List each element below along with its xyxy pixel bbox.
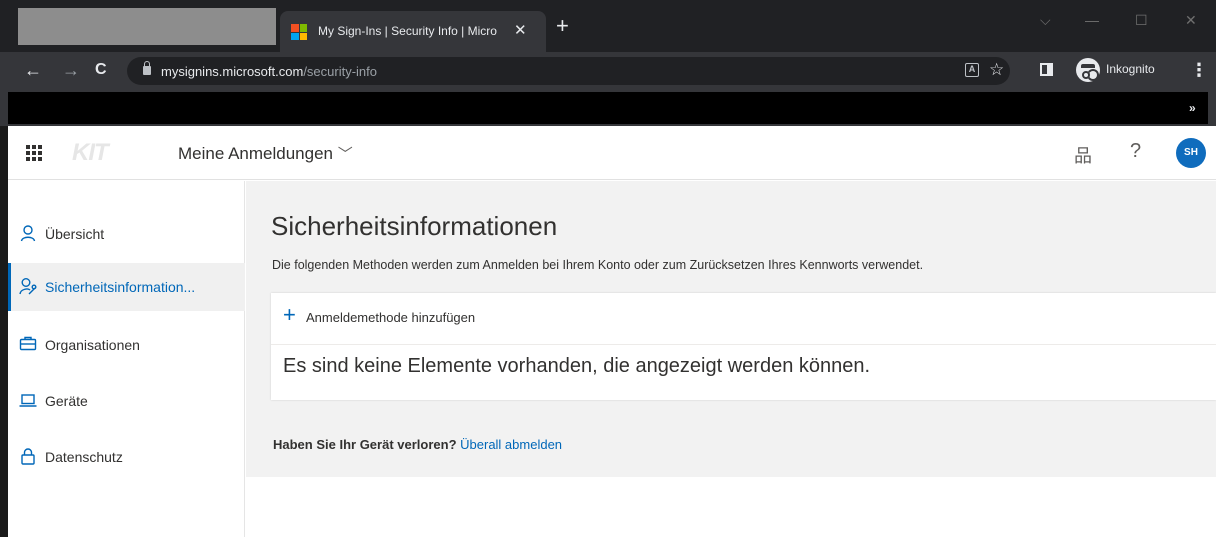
more-bookmarks-icon[interactable]: » — [1189, 101, 1196, 115]
methods-card: + Anmeldemethode hinzufügen Es sind kein… — [271, 293, 1216, 400]
sidebar-item-label: Organisationen — [45, 337, 140, 353]
address-bar[interactable]: mysignins.microsoft.com/security-info A … — [127, 57, 1010, 85]
browser-menu-icon[interactable]: ⋮ — [1190, 60, 1208, 80]
url-text[interactable]: mysignins.microsoft.com/security-info — [161, 64, 377, 79]
microsoft-logo-icon — [291, 24, 307, 40]
browser-tabstrip: My Sign-Ins | Security Info | Micro ✕ + … — [0, 0, 1216, 52]
tab-title: My Sign-Ins | Security Info | Micro — [318, 24, 497, 38]
sidebar-item-organizations[interactable]: Organisationen — [8, 321, 245, 369]
lock-icon[interactable] — [143, 61, 151, 75]
laptop-icon — [19, 394, 37, 407]
sidebar-item-label: Geräte — [45, 393, 88, 409]
app-title-dropdown[interactable]: Meine Anmeldungen ﹀ — [178, 143, 353, 164]
sidebar-item-label: Sicherheitsinformation... — [45, 279, 196, 295]
kit-logo: KIT — [72, 139, 109, 166]
bookmarks-bar: » — [0, 90, 1216, 126]
close-tab-icon[interactable]: ✕ — [514, 21, 527, 39]
person-key-icon — [19, 278, 37, 295]
page: KIT Meine Anmeldungen ﹀ 品 ? SH Übersicht… — [8, 126, 1216, 537]
avatar[interactable]: SH — [1176, 138, 1206, 168]
empty-state-message: Es sind keine Elemente vorhanden, die an… — [283, 355, 871, 377]
app-title: Meine Anmeldungen — [178, 144, 334, 163]
help-icon[interactable]: ? — [1130, 140, 1141, 163]
incognito-label[interactable]: Inkognito — [1106, 62, 1155, 76]
sidebar-item-label: Datenschutz — [45, 449, 123, 465]
tab-search-icon[interactable]: ⌵ — [1040, 12, 1051, 29]
divider — [271, 344, 1216, 345]
incognito-icon[interactable] — [1076, 58, 1100, 82]
forward-button[interactable]: → — [62, 60, 80, 80]
sign-out-everywhere-link[interactable]: Überall abmelden — [460, 437, 562, 452]
close-window-button[interactable]: ✕ — [1185, 12, 1197, 29]
minimize-button[interactable]: — — [1085, 12, 1099, 28]
window-edge — [0, 126, 8, 537]
sidebar-item-privacy[interactable]: Datenschutz — [8, 433, 245, 481]
person-icon — [20, 225, 36, 242]
sidebar-item-security-info[interactable]: Sicherheitsinformation... — [8, 263, 245, 311]
side-panel-icon[interactable] — [1040, 63, 1053, 76]
lost-device-row: Haben Sie Ihr Gerät verloren? Überall ab… — [273, 437, 562, 452]
reload-button[interactable]: C — [95, 60, 107, 80]
sidebar-item-devices[interactable]: Geräte — [8, 377, 245, 425]
main-content: Sicherheitsinformationen Die folgenden M… — [246, 181, 1216, 477]
page-description: Die folgenden Methoden werden zum Anmeld… — [272, 258, 924, 272]
redacted-bookmarks — [8, 92, 1208, 124]
chevron-down-icon: ﹀ — [337, 146, 353, 163]
briefcase-icon — [19, 336, 37, 351]
back-button[interactable]: ← — [24, 60, 42, 80]
translate-icon[interactable]: A — [965, 63, 979, 77]
sidebar-item-overview[interactable]: Übersicht — [8, 210, 245, 258]
bookmark-star-icon[interactable]: ☆ — [989, 60, 1004, 80]
app-header: KIT Meine Anmeldungen ﹀ 品 ? SH — [8, 126, 1216, 180]
new-tab-button[interactable]: + — [556, 15, 569, 37]
browser-toolbar: ← → C mysignins.microsoft.com/security-i… — [0, 52, 1216, 90]
page-title: Sicherheitsinformationen — [271, 211, 558, 241]
sidebar-item-label: Übersicht — [45, 226, 105, 242]
browser-tab-active[interactable]: My Sign-Ins | Security Info | Micro ✕ — [280, 11, 546, 52]
browser-tab-inactive[interactable] — [18, 8, 276, 45]
add-method-label: Anmeldemethode hinzufügen — [306, 310, 476, 325]
organization-icon[interactable]: 品 — [1074, 142, 1092, 168]
sidebar: Übersicht Sicherheitsinformation... Orga… — [8, 181, 245, 537]
plus-icon: + — [283, 302, 296, 327]
app-launcher-icon[interactable] — [26, 145, 42, 161]
lock-icon — [21, 448, 35, 465]
maximize-button[interactable]: ☐ — [1135, 12, 1148, 29]
lost-device-question: Haben Sie Ihr Gerät verloren? — [273, 437, 457, 452]
